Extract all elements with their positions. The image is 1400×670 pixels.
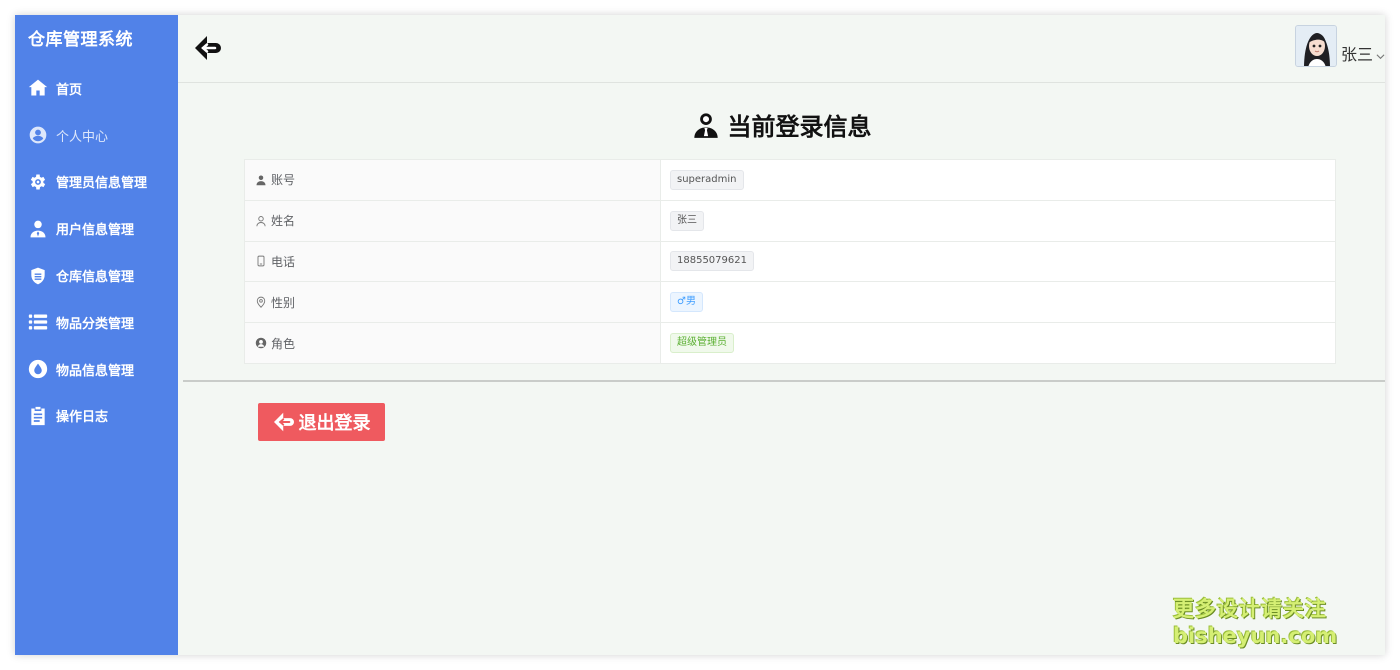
gear-icon: [28, 172, 48, 192]
table-row: 角色 超级管理员: [244, 322, 1336, 364]
sidebar-item-users[interactable]: 用户信息管理: [15, 205, 178, 252]
drop-icon: [28, 359, 48, 379]
chevron-down-icon: [1376, 54, 1385, 60]
sidebar-item-profile[interactable]: 个人中心: [15, 112, 178, 159]
back-arrow-icon: [195, 36, 221, 60]
logout-label: 退出登录: [298, 413, 371, 434]
name-value-tag: 张三: [670, 210, 704, 231]
divider: [183, 380, 1385, 382]
app-window: 仓库管理系统 首页 个人中心 管理员信息管理 用户信息管理 仓库信息管理 物品分…: [15, 15, 1385, 655]
user-name: 张三: [1340, 45, 1373, 64]
logout-button[interactable]: 退出登录: [258, 403, 385, 441]
sidebar-item-label: 物品信息管理: [56, 363, 135, 379]
sidebar-item-label: 个人中心: [56, 129, 109, 145]
top-header: 张三: [178, 15, 1385, 83]
sidebar-item-log[interactable]: 操作日志: [15, 393, 178, 440]
table-row: 性别 ♂男: [244, 281, 1336, 324]
user-tie-icon: [693, 112, 718, 138]
clipboard-icon: [28, 406, 48, 426]
location-icon: [256, 296, 266, 309]
role-icon: [255, 337, 267, 349]
sidebar-item-label: 用户信息管理: [56, 223, 135, 239]
row-label-role: 角色: [271, 336, 296, 351]
sidebar-item-label: 管理员信息管理: [56, 176, 148, 192]
row-label-account: 账号: [271, 173, 296, 188]
sidebar-item-category[interactable]: 物品分类管理: [15, 299, 178, 346]
page-title-text: 当前登录信息: [727, 113, 872, 141]
user-tie-icon: [28, 219, 48, 239]
row-label-name: 姓名: [271, 214, 296, 229]
sidebar-item-home[interactable]: 首页: [15, 65, 178, 112]
phone-value-tag: 18855079621: [670, 251, 754, 272]
sidebar-item-label: 操作日志: [56, 410, 109, 426]
user-menu[interactable]: 张三: [1294, 23, 1385, 67]
role-value-tag: 超级管理员: [670, 333, 734, 354]
shield-icon: [28, 266, 48, 286]
table-row: 账号 superadmin: [244, 159, 1336, 201]
app-title: 仓库管理系统: [28, 30, 133, 50]
table-row: 电话 18855079621: [244, 240, 1336, 283]
avatar[interactable]: [1294, 25, 1337, 67]
gender-value-tag: ♂男: [670, 292, 703, 313]
sidebar-menu: 首页 个人中心 管理员信息管理 用户信息管理 仓库信息管理 物品分类管理 物品信…: [15, 65, 178, 439]
sidebar: 仓库管理系统 首页 个人中心 管理员信息管理 用户信息管理 仓库信息管理 物品分…: [15, 15, 178, 655]
watermark-line1: 更多设计请关注: [1173, 597, 1327, 621]
home-icon: [28, 78, 48, 98]
login-info-table: 账号 superadmin 姓名 张三 电话 18855079621 性别 ♂男…: [244, 159, 1336, 364]
user-solid-icon: [256, 175, 266, 186]
user-outline-icon: [256, 215, 266, 226]
watermark-line2: bisheyun.com: [1173, 624, 1338, 648]
phone-icon: [257, 256, 265, 267]
back-arrow-icon: [273, 412, 294, 432]
sidebar-item-warehouse[interactable]: 仓库信息管理: [15, 252, 178, 299]
sidebar-item-admin[interactable]: 管理员信息管理: [15, 159, 178, 206]
account-value-tag: superadmin: [670, 169, 744, 190]
table-row: 姓名 张三: [244, 199, 1336, 242]
watermark: 更多设计请关注 bisheyun.com: [1173, 593, 1337, 648]
row-label-gender: 性别: [271, 295, 296, 310]
back-button[interactable]: [194, 35, 222, 61]
user-circle-icon: [28, 125, 48, 145]
sidebar-item-label: 物品分类管理: [56, 316, 135, 332]
sidebar-item-label: 仓库信息管理: [56, 270, 135, 286]
sidebar-item-goods[interactable]: 物品信息管理: [15, 346, 178, 393]
row-label-phone: 电话: [271, 254, 296, 269]
page-title: 当前登录信息: [178, 107, 1385, 142]
sidebar-item-label: 首页: [56, 82, 83, 98]
list-icon: [28, 312, 48, 332]
